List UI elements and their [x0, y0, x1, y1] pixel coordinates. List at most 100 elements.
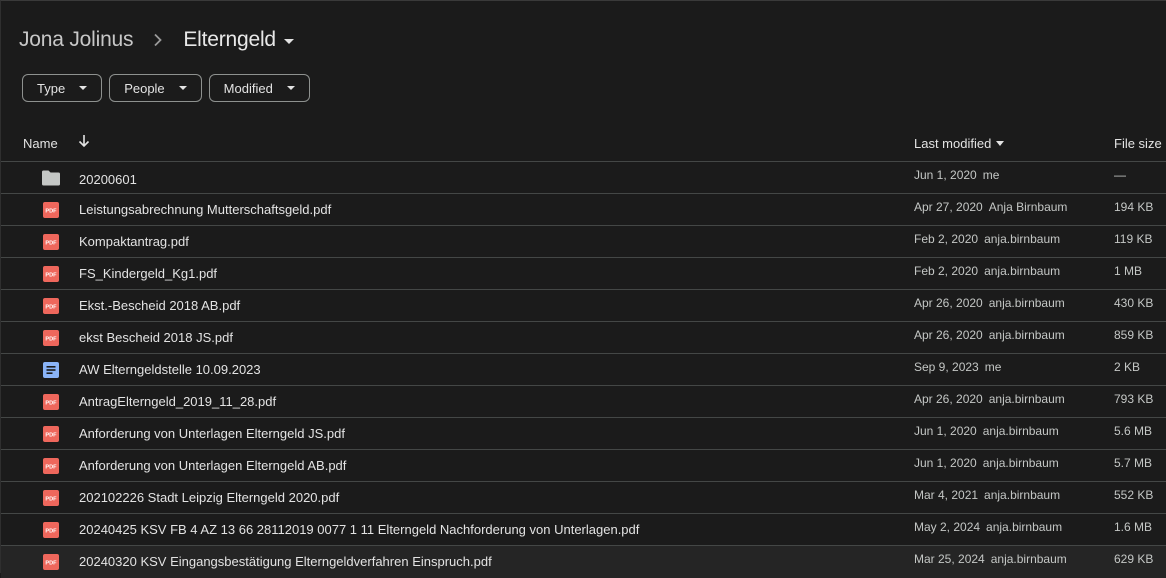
last-modified-cell: Feb 2, 2020 anja.birnbaum: [914, 264, 1060, 278]
column-header-last-modified[interactable]: Last modified: [914, 136, 1005, 151]
folder-icon: [41, 169, 60, 187]
table-row[interactable]: PDF Anforderung von Unterlagen Elterngeld…: [1, 450, 1166, 482]
svg-text:PDF: PDF: [45, 465, 57, 471]
table-row[interactable]: 20200601 Jun 1, 2020 me —: [1, 162, 1166, 194]
table-row[interactable]: PDF Kompaktantrag.pdf Feb 2, 2020 anja.birn…: [1, 226, 1166, 258]
sort-direction-arrow-icon[interactable]: [77, 133, 91, 149]
caret-down-icon: [996, 141, 1005, 146]
svg-text:PDF: PDF: [45, 529, 57, 535]
column-header-name[interactable]: Name: [23, 136, 58, 151]
filter-chips: Type People Modified: [22, 74, 310, 102]
file-size-cell: 1 MB: [1114, 264, 1143, 278]
modified-date: Apr 26, 2020: [914, 392, 983, 406]
last-modified-cell: Mar 4, 2021 anja.birnbaum: [914, 488, 1060, 502]
file-name: ekst Bescheid 2018 JS.pdf: [79, 330, 233, 345]
pdf-icon: PDF: [42, 233, 60, 251]
pdf-icon: PDF: [42, 297, 60, 315]
file-size-cell: 859 KB: [1114, 328, 1154, 342]
caret-down-icon: [283, 38, 294, 44]
table-row[interactable]: PDF Ekst.-Bescheid 2018 AB.pdf Apr 26, 202…: [1, 290, 1166, 322]
column-header-file-size[interactable]: File size: [1114, 136, 1162, 151]
pdf-icon: PDF: [42, 265, 60, 283]
last-modified-cell: Apr 27, 2020 Anja Birnbaum: [914, 200, 1067, 214]
chevron-right-icon: [153, 33, 165, 47]
modified-by: anja.birnbaum: [988, 296, 1065, 310]
file-size-cell: 430 KB: [1114, 296, 1154, 310]
table-row[interactable]: AW Elterngeldstelle 10.09.2023 Sep 9, 202…: [1, 354, 1166, 386]
file-name: Ekst.-Bescheid 2018 AB.pdf: [79, 298, 241, 313]
filter-type-label: Type: [37, 80, 66, 96]
google-doc-icon: [42, 361, 60, 379]
file-size-cell: 2 KB: [1114, 360, 1141, 374]
breadcrumb-current-folder[interactable]: Elterngeld: [183, 28, 294, 52]
file-size-cell: 552 KB: [1114, 488, 1154, 502]
table-row[interactable]: PDF Leistungsabrechnung Mutterschaftsgeld…: [1, 194, 1166, 226]
pdf-icon: PDF: [42, 393, 60, 411]
file-size-cell: 5.6 MB: [1114, 424, 1153, 438]
breadcrumb: Jona Jolinus Elterngeld: [19, 27, 294, 53]
last-modified-cell: Jun 1, 2020 anja.birnbaum: [914, 424, 1059, 438]
modified-by: anja.birnbaum: [988, 392, 1065, 406]
table-row[interactable]: PDF Anforderung von Unterlagen Elterngeld…: [1, 418, 1166, 450]
modified-date: Jun 1, 2020: [914, 424, 977, 438]
file-size-cell: 194 KB: [1114, 200, 1154, 214]
last-modified-cell: Sep 9, 2023 me: [914, 360, 1001, 374]
svg-text:PDF: PDF: [45, 561, 57, 567]
svg-text:PDF: PDF: [45, 273, 57, 279]
file-name: 20200601: [79, 172, 137, 187]
file-size-cell: 119 KB: [1114, 232, 1153, 246]
last-modified-cell: May 2, 2024 anja.birnbaum: [914, 520, 1062, 534]
filter-people-chip[interactable]: People: [109, 74, 202, 102]
file-name: Leistungsabrechnung Mutterschaftsgeld.pd…: [79, 202, 332, 217]
modified-date: Apr 27, 2020: [914, 200, 983, 214]
modified-date: Mar 25, 2024: [914, 552, 985, 566]
modified-date: Mar 4, 2021: [914, 488, 979, 502]
pdf-icon: PDF: [42, 425, 60, 443]
modified-by: anja.birnbaum: [984, 232, 1061, 246]
last-modified-cell: Jun 1, 2020 anja.birnbaum: [914, 456, 1059, 470]
caret-down-icon: [286, 86, 295, 90]
file-name: 20240425 KSV FB 4 AZ 13 66 28112019 0077…: [79, 522, 640, 537]
file-list: 20200601 Jun 1, 2020 me — PDF Leistungsabrech…: [1, 162, 1166, 578]
table-row[interactable]: PDF FS_Kindergeld_Kg1.pdf Feb 2, 2020 anja.…: [1, 258, 1166, 290]
filter-type-chip[interactable]: Type: [22, 74, 103, 102]
svg-text:PDF: PDF: [45, 497, 57, 503]
table-row[interactable]: PDF ekst Bescheid 2018 JS.pdf Apr 26, 2020…: [1, 322, 1166, 354]
breadcrumb-current-label: Elterngeld: [183, 28, 276, 51]
modified-by: Anja Birnbaum: [988, 200, 1068, 214]
file-name: FS_Kindergeld_Kg1.pdf: [79, 266, 218, 281]
modified-date: Apr 26, 2020: [914, 296, 983, 310]
file-name: AW Elterngeldstelle 10.09.2023: [79, 362, 261, 377]
breadcrumb-root[interactable]: Jona Jolinus: [19, 28, 134, 52]
last-modified-cell: Apr 26, 2020 anja.birnbaum: [914, 328, 1065, 342]
last-modified-cell: Apr 26, 2020 anja.birnbaum: [914, 392, 1065, 406]
last-modified-cell: Mar 25, 2024 anja.birnbaum: [914, 552, 1067, 566]
column-header-last-modified-label: Last modified: [914, 136, 992, 151]
modified-date: Feb 2, 2020: [914, 264, 979, 278]
table-row[interactable]: PDF 202102226 Stadt Leipzig Elterngeld 20…: [1, 482, 1166, 514]
modified-date: Sep 9, 2023: [914, 360, 979, 374]
modified-date: Apr 26, 2020: [914, 328, 983, 342]
modified-date: Jun 1, 2020: [914, 168, 977, 182]
filter-modified-chip[interactable]: Modified: [208, 74, 310, 102]
table-row[interactable]: PDF 20240320 KSV Eingangsbestätigung Elte…: [1, 546, 1166, 578]
caret-down-icon: [79, 86, 88, 90]
pdf-icon: PDF: [42, 329, 60, 347]
modified-date: Jun 1, 2020: [914, 456, 977, 470]
file-name: 20240320 KSV Eingangsbestätigung Elterng…: [79, 554, 492, 569]
pdf-icon: PDF: [42, 521, 60, 539]
svg-text:PDF: PDF: [45, 337, 57, 343]
table-header: Name Last modified File size: [1, 125, 1166, 162]
drive-window: Jona Jolinus Elterngeld Type People Modi…: [0, 0, 1166, 578]
modified-by: anja.birnbaum: [982, 424, 1059, 438]
svg-text:PDF: PDF: [45, 305, 57, 311]
table-row[interactable]: PDF 20240425 KSV FB 4 AZ 13 66 28112019 0…: [1, 514, 1166, 546]
svg-text:PDF: PDF: [45, 241, 57, 247]
modified-date: May 2, 2024: [914, 520, 981, 534]
modified-by: anja.birnbaum: [984, 264, 1061, 278]
modified-by: anja.birnbaum: [984, 488, 1061, 502]
file-name: Anforderung von Unterlagen Elterngeld AB…: [79, 458, 347, 473]
modified-by: anja.birnbaum: [982, 456, 1059, 470]
file-name: AntragElterngeld_2019_11_28.pdf: [79, 394, 277, 409]
table-row[interactable]: PDF AntragElterngeld_2019_11_28.pdf Apr 26…: [1, 386, 1166, 418]
